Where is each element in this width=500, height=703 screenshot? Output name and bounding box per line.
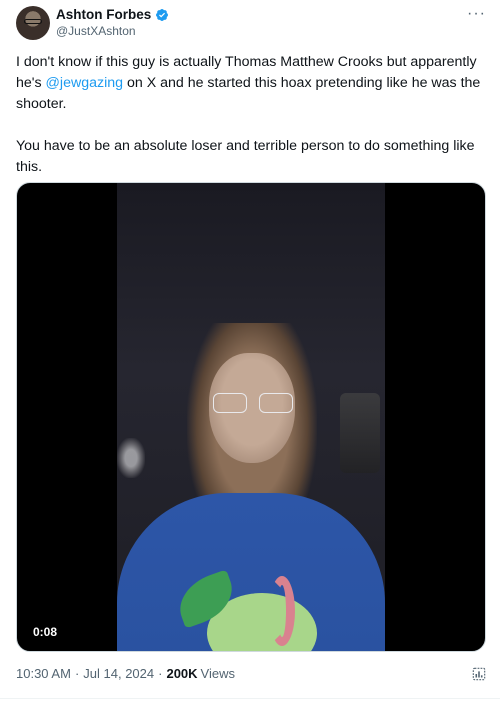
tweet-meta: 10:30 AM · Jul 14, 2024 · 200K Views [16,666,235,681]
tweet-paragraph-1: I don't know if this guy is actually Tho… [16,52,488,115]
video-timecode: 0:08 [29,623,62,641]
author-avatar[interactable] [16,6,50,40]
video-player[interactable]: 0:08 [16,182,486,652]
bottom-divider [0,698,500,699]
mention-link[interactable]: @jewgazing [46,75,124,91]
tweet-text: I don't know if this guy is actually Tho… [16,52,488,178]
meta-separator: · [74,666,80,681]
analytics-icon[interactable] [472,667,486,681]
background-vehicle [340,393,380,473]
verified-badge-icon [156,8,169,21]
tweet-time[interactable]: 10:30 AM [16,666,71,681]
more-options-icon[interactable]: ··· [467,5,486,23]
meta-separator: · [158,666,163,681]
author-handle[interactable]: @JustXAshton [56,24,136,38]
shirt-worm-graphic [269,576,295,646]
author-name-row: Ashton Forbes [56,7,169,22]
background-lights [117,438,145,478]
views-count: 200K [166,666,198,681]
avatar-glasses [24,19,42,24]
views-label: Views [200,666,235,681]
person-glasses [213,393,293,415]
tweet-date[interactable]: Jul 14, 2024 [83,666,154,681]
tweet-paragraph-2: You have to be an absolute loser and ter… [16,138,475,175]
author-display-name[interactable]: Ashton Forbes [56,7,151,22]
